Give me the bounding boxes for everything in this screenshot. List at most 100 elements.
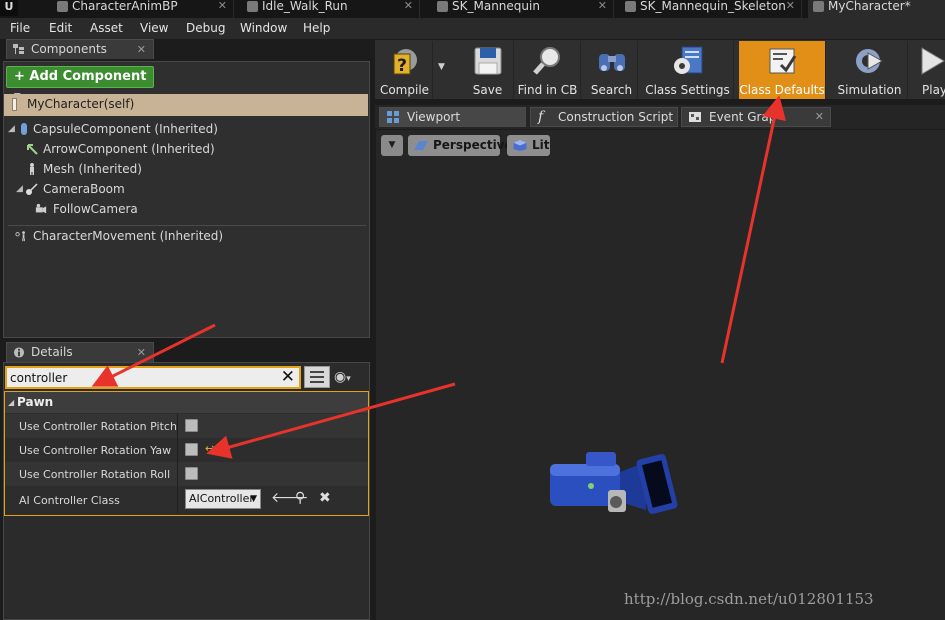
lit-button[interactable]: Lit <box>507 135 550 156</box>
class-settings-icon <box>673 46 702 74</box>
close-icon[interactable]: ✕ <box>404 0 413 12</box>
doc-tab-character-anim-bp[interactable]: CharacterAnimBP ✕ <box>52 0 234 18</box>
tab-event-graph[interactable]: Event Grap ✕ <box>681 107 831 127</box>
property-label: Use Controller Rotation Pitch <box>19 420 177 433</box>
column-divider[interactable] <box>177 462 178 486</box>
blueprint-icon <box>813 1 824 12</box>
property-label: Use Controller Rotation Roll <box>19 468 171 481</box>
skeletal-mesh-icon <box>437 1 448 12</box>
details-icon <box>13 347 25 358</box>
rotation-pitch-checkbox[interactable] <box>185 419 198 432</box>
clear-icon[interactable]: ✖ <box>319 490 331 506</box>
rotation-yaw-checkbox[interactable] <box>185 443 198 456</box>
menu-bar: File Edit Asset View Debug Window Help <box>0 18 945 39</box>
find-in-cb-button[interactable]: Find in CB <box>515 41 581 99</box>
property-matrix-button[interactable] <box>304 366 330 388</box>
tree-item-character-movement[interactable]: CharacterMovement (Inherited) <box>14 226 223 246</box>
pawn-category-header[interactable]: ◢ Pawn <box>5 392 368 413</box>
column-divider[interactable] <box>177 487 178 514</box>
class-defaults-icon <box>769 48 797 74</box>
tree-item-camera-boom[interactable]: ◢ CameraBoom <box>16 179 125 199</box>
animation-icon <box>247 1 258 12</box>
tab-details[interactable]: Details ✕ <box>6 342 154 362</box>
class-defaults-button[interactable]: Class Defaults <box>739 41 826 99</box>
save-button[interactable]: Save <box>462 41 514 99</box>
expand-arrow-icon[interactable]: ◢ <box>16 179 23 199</box>
close-icon[interactable]: ✕ <box>218 0 227 12</box>
close-icon[interactable]: ✕ <box>137 343 146 362</box>
binoculars-icon <box>598 54 625 71</box>
camera-icon <box>35 203 47 214</box>
components-icon <box>13 44 24 54</box>
menu-view[interactable]: View <box>140 21 168 35</box>
doc-tab-my-character[interactable]: MyCharacter* <box>808 0 945 18</box>
doc-tab-sk-mannequin-skeleton[interactable]: SK_Mannequin_Skeleton ✕ <box>620 0 802 18</box>
property-row-rotation-pitch: Use Controller Rotation Pitch <box>5 414 368 438</box>
property-label: Use Controller Rotation Yaw <box>19 444 172 457</box>
blueprint-icon <box>57 1 68 12</box>
tree-item-mesh[interactable]: Mesh (Inherited) <box>25 159 142 179</box>
details-search-input[interactable] <box>10 369 280 387</box>
compile-icon: ? <box>393 49 417 76</box>
perspective-icon <box>414 141 428 150</box>
play-button[interactable]: Play <box>912 41 945 99</box>
document-tab-bar: U CharacterAnimBP ✕ Idle_Walk_Run ✕ SK_M… <box>0 0 945 18</box>
eye-icon: ◉ <box>334 369 347 385</box>
doc-tab-idle-walk-run[interactable]: Idle_Walk_Run ✕ <box>242 0 420 18</box>
close-icon[interactable]: ✕ <box>815 108 824 126</box>
rotation-roll-checkbox[interactable] <box>185 467 198 480</box>
search-button[interactable]: Search <box>586 41 638 99</box>
expand-arrow-icon[interactable]: ◢ <box>8 119 15 139</box>
close-icon[interactable]: ✕ <box>137 40 146 59</box>
perspective-button[interactable]: Perspective <box>408 135 513 156</box>
menu-file[interactable]: File <box>10 21 30 35</box>
collapse-arrow-icon: ◢ <box>8 398 15 407</box>
menu-help[interactable]: Help <box>303 21 330 35</box>
close-icon[interactable]: ✕ <box>598 0 607 12</box>
unreal-logo-icon: U <box>0 0 18 16</box>
class-settings-button[interactable]: Class Settings <box>642 41 734 99</box>
save-icon <box>474 47 501 75</box>
column-divider[interactable] <box>177 414 178 438</box>
browse-magnifier-icon[interactable]: ⚲ <box>295 490 305 506</box>
tab-viewport[interactable]: Viewport <box>379 107 526 127</box>
simulation-button[interactable]: Simulation <box>832 41 908 99</box>
menu-edit[interactable]: Edit <box>49 21 72 35</box>
menu-asset[interactable]: Asset <box>90 21 123 35</box>
doc-tab-sk-mannequin[interactable]: SK_Mannequin ✕ <box>432 0 614 18</box>
camera-actor-icon[interactable] <box>546 446 682 520</box>
add-component-button[interactable]: + Add Component ▾ <box>6 66 154 104</box>
viewport-options-button[interactable]: ▼ <box>381 135 403 156</box>
column-divider[interactable] <box>177 438 178 462</box>
arrow-icon <box>27 144 38 155</box>
reset-to-default-icon[interactable]: ↩ <box>205 442 214 455</box>
chevron-down-icon: ▾ <box>346 374 351 384</box>
tree-item-arrow[interactable]: ArrowComponent (Inherited) <box>25 139 215 159</box>
grid-icon <box>387 111 399 123</box>
visibility-options-button[interactable]: ◉▾ <box>334 369 368 387</box>
menu-debug[interactable]: Debug <box>186 21 225 35</box>
compile-options-chevron-icon[interactable]: ▼ <box>438 62 445 72</box>
property-label: AI Controller Class <box>19 494 120 507</box>
menu-window[interactable]: Window <box>240 21 287 35</box>
find-icon <box>532 47 560 75</box>
tab-construction-script[interactable]: f Construction Script <box>530 107 678 127</box>
lit-cube-icon <box>513 140 527 151</box>
tab-components[interactable]: Components ✕ <box>6 39 154 59</box>
viewport-canvas[interactable] <box>376 130 945 620</box>
compile-button[interactable]: ? Compile <box>377 41 433 99</box>
ai-controller-class-dropdown[interactable]: AIController ▼ <box>185 489 261 509</box>
component-self-item[interactable]: MyCharacter(self) <box>4 94 368 116</box>
play-icon <box>921 47 945 75</box>
tree-item-capsule[interactable]: ◢ CapsuleComponent (Inherited) <box>8 119 218 139</box>
camera-boom-icon <box>26 183 38 195</box>
clear-search-icon[interactable]: ✕ <box>281 366 295 388</box>
capsule-icon <box>21 123 27 135</box>
close-icon[interactable]: ✕ <box>786 0 795 12</box>
tree-item-follow-camera[interactable]: FollowCamera <box>34 199 138 219</box>
movement-icon <box>15 231 25 242</box>
property-row-rotation-yaw: Use Controller Rotation Yaw ↩ <box>5 438 368 462</box>
svg-text:?: ? <box>397 56 407 76</box>
function-icon: f <box>538 109 544 125</box>
property-row-ai-controller: AI Controller Class AIController ▼ 🡐 ⚲ ✖ <box>5 487 368 514</box>
